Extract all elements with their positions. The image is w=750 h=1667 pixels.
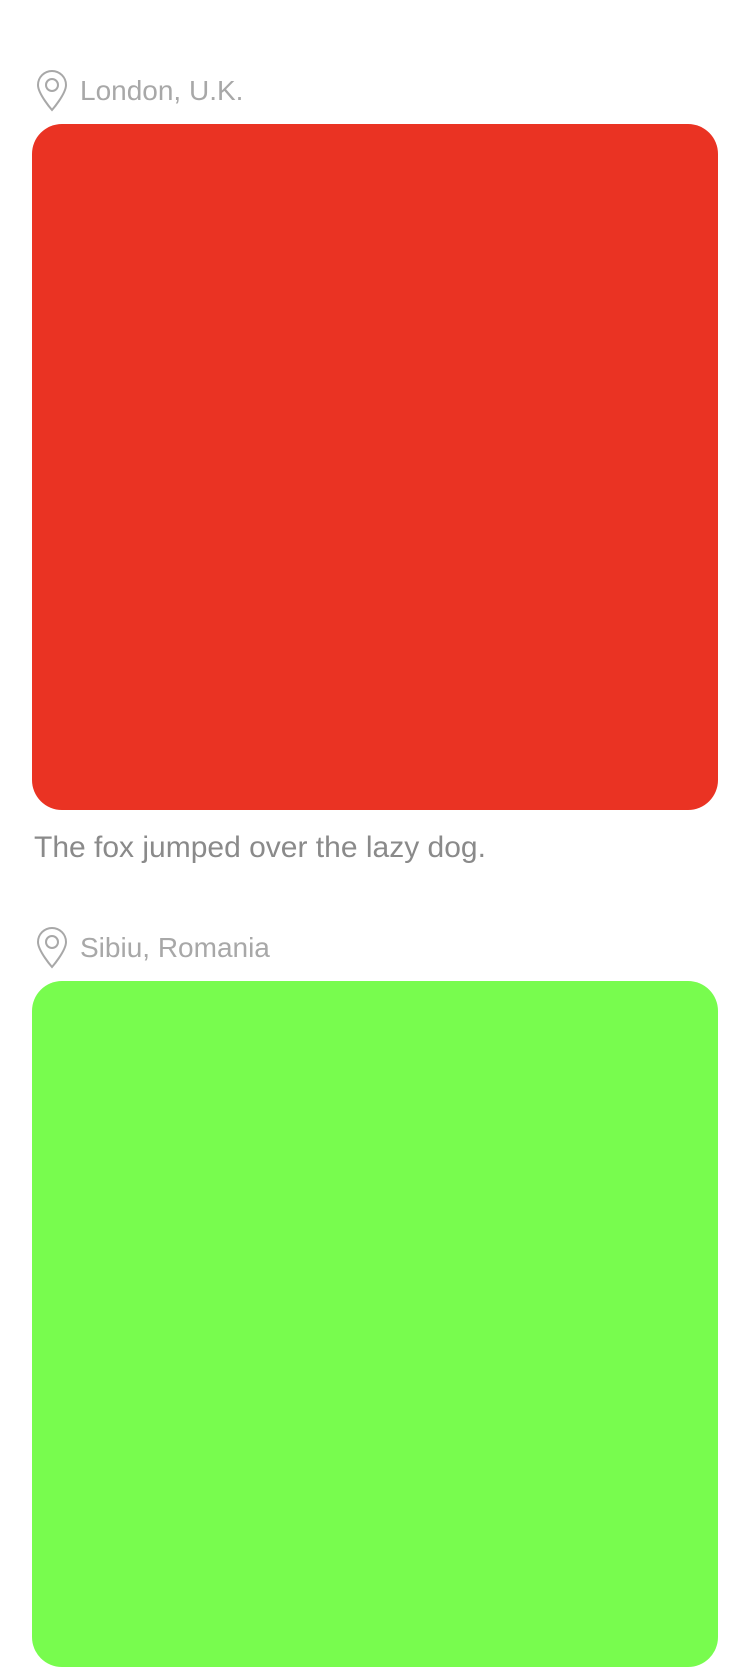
feed-post: London, U.K. The fox jumped over the laz… <box>32 70 718 868</box>
map-pin-icon <box>35 70 69 112</box>
post-location[interactable]: London, U.K. <box>32 70 718 112</box>
post-location[interactable]: Sibiu, Romania <box>32 927 718 969</box>
post-image[interactable] <box>32 981 718 1667</box>
post-caption: The fox jumped over the lazy dog. <box>34 831 486 864</box>
location-label: London, U.K. <box>80 75 244 106</box>
post-image[interactable] <box>32 124 718 810</box>
photo-feed: London, U.K. The fox jumped over the laz… <box>0 0 750 1667</box>
feed-post: Sibiu, Romania <box>32 927 718 1667</box>
location-label: Sibiu, Romania <box>80 932 270 963</box>
map-pin-icon <box>35 927 69 969</box>
